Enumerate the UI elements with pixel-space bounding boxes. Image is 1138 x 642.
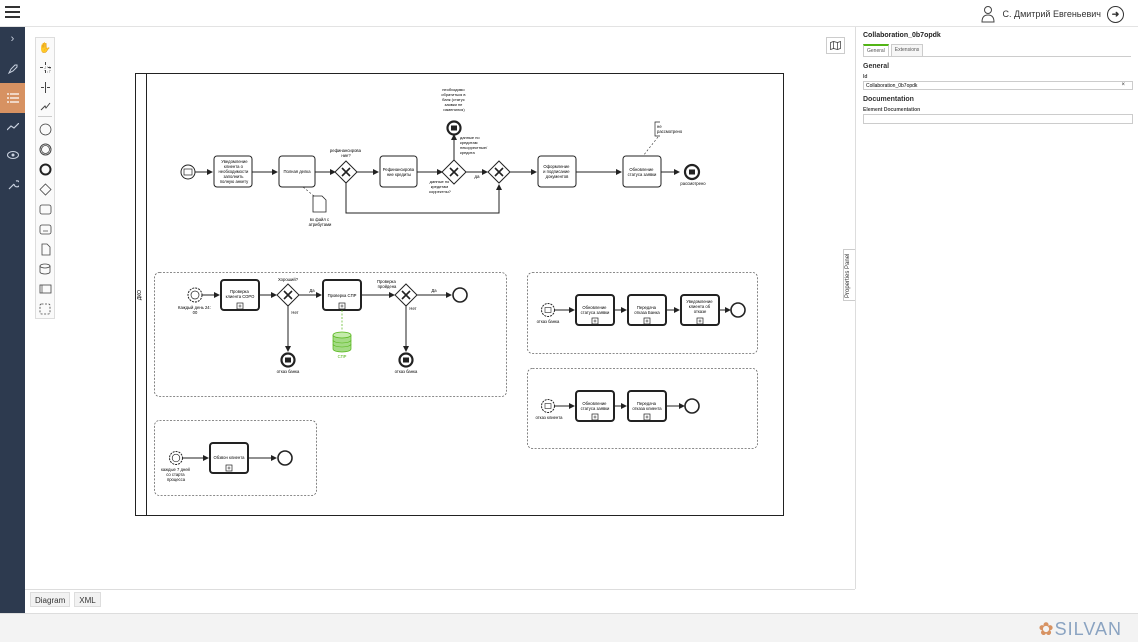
gateway-refinance-label: рефинансирова ние?	[330, 148, 362, 158]
main-flow: Уведомление клиента о необходимости запо…	[180, 87, 706, 227]
task-update-status-label: Обновление статуса заявки	[628, 167, 657, 177]
data-store-spr[interactable]	[332, 331, 352, 353]
end-event-icon[interactable]	[36, 161, 54, 177]
data-store-label: СПР	[338, 354, 347, 359]
text-annotation-label: не рассмотрено	[657, 124, 683, 134]
user-avatar-icon[interactable]	[980, 5, 996, 23]
annotation-association	[642, 136, 659, 157]
end-event[interactable]	[730, 302, 746, 318]
end-event-reviewed-label: рассмотрено	[680, 181, 706, 186]
data-object-icon[interactable]	[36, 241, 54, 257]
properties-panel-toggle-label: Properties Panel	[845, 253, 851, 298]
data-association	[302, 186, 315, 197]
event-subprocess-bank-reject: отказ банка Обновление статуса заявки Пе…	[527, 272, 758, 354]
timer-start-event[interactable]	[169, 451, 183, 465]
message-start-label: отказ клиента	[536, 415, 564, 420]
general-heading: General	[863, 63, 890, 70]
id-label: Id	[863, 74, 868, 80]
flow-yes-label: Да	[309, 288, 315, 293]
user-name[interactable]: С. Дмитрий Евгеньевич	[1002, 9, 1101, 19]
gateway-credit-label: данные по кредитам некорректные/ кредита	[460, 135, 488, 155]
connect-tool-icon[interactable]	[36, 98, 54, 114]
lasso-tool-icon[interactable]	[36, 59, 54, 75]
properties-panel: Collaboration_0b7opdk General Extensions…	[855, 27, 1138, 589]
call-activity-update-status-label: Обновление статуса заявки	[581, 305, 610, 315]
palette-divider	[38, 116, 52, 117]
logout-icon[interactable]: ➜	[1107, 5, 1124, 23]
tab-general[interactable]: General	[863, 44, 889, 56]
data-object-label: вх файл с атрибутами	[309, 217, 332, 227]
end-event-top-label: необходимо обратиться в банк (статус зая…	[441, 87, 466, 112]
call-activity-transfer-bank-reject-label: Передача отказа Банка	[634, 305, 660, 315]
end-event[interactable]	[277, 450, 293, 466]
id-field[interactable]	[863, 81, 1133, 90]
flow-no-label: Нет	[291, 310, 298, 315]
silvan-logo: ✿SILVAN	[1039, 619, 1122, 640]
bpmn-diagram[interactable]: ДКО Уведомление клиента о необходимости …	[0, 0, 855, 589]
timer-start-label: Каждый день 24: 00	[178, 305, 212, 315]
data-object[interactable]	[312, 195, 327, 213]
tab-xml[interactable]: XML	[74, 592, 101, 607]
envelope-icon	[451, 125, 457, 131]
end-event[interactable]	[452, 287, 468, 303]
flow-no-label: Нет	[409, 306, 416, 311]
timer-start-event[interactable]	[187, 287, 203, 303]
envelope-icon	[689, 169, 695, 175]
message-start-label: отказ банка	[537, 319, 560, 324]
flow-yes-label: да	[474, 174, 480, 179]
gateway-credit-bottom-label: данные по кредитам корректны?	[429, 179, 451, 194]
footer: ✿SILVAN	[0, 613, 1138, 642]
clear-icon[interactable]: ×	[1121, 82, 1125, 88]
space-tool-icon[interactable]	[36, 79, 54, 95]
event-subprocess-call-client: каждые 7 дней со старта процесса Обзвон …	[154, 420, 317, 496]
pool-label: ДКО	[137, 290, 143, 300]
logo-text: SILVAN	[1054, 619, 1122, 639]
element-documentation-label: Element Documentation	[863, 107, 921, 113]
user-area: С. Дмитрий Евгеньевич ➜	[980, 4, 1124, 24]
tool-palette: ✋	[35, 37, 55, 319]
minimap-toggle-icon[interactable]	[826, 37, 845, 54]
task-icon[interactable]	[36, 201, 54, 217]
group-icon[interactable]	[36, 301, 54, 317]
gateway-passed-label: Проверка пройдена	[377, 279, 397, 289]
start-event-icon[interactable]	[36, 121, 54, 137]
sequence-flow[interactable]	[345, 183, 502, 214]
task-full-deal-label: Полная делка	[283, 169, 311, 174]
tab-extensions[interactable]: Extensions	[890, 44, 924, 56]
event-subprocess-checks: Каждый день 24: 00 Проверка клиента СОРО…	[154, 272, 507, 397]
timer-start-label: каждые 7 дней со старта процесса	[161, 467, 191, 482]
event-subprocess-client-reject: отказ клиента Обновление статуса заявки …	[527, 368, 758, 449]
start-event[interactable]	[180, 164, 196, 180]
bottom-tabs: Diagram XML	[25, 589, 855, 609]
task-refinance-label: Рефинансирова ние кредиты	[383, 167, 415, 177]
intermediate-event-icon[interactable]	[36, 141, 54, 157]
tab-diagram[interactable]: Diagram	[30, 592, 71, 607]
call-activity-check-spr-label: Проверка СПР	[328, 293, 357, 298]
task-sign-documents-label: Оформление и подписание документов	[543, 164, 571, 179]
call-activity-update-status-label: Обновление статуса заявки	[581, 401, 610, 411]
gateway-icon[interactable]	[36, 181, 54, 197]
gateway-good-label: Хороший?	[278, 277, 299, 282]
properties-title: Collaboration_0b7opdk	[863, 32, 941, 39]
flow-yes-label: Да	[431, 288, 437, 293]
call-activity-call-client-label: Обзвон клиента	[214, 455, 246, 460]
envelope-icon	[285, 357, 291, 363]
end-event-bank-reject-label: отказ банка	[277, 369, 300, 374]
envelope-icon	[403, 357, 409, 363]
message-start-event[interactable]	[541, 303, 555, 317]
data-store-icon[interactable]	[36, 261, 54, 277]
properties-tabs: General Extensions	[863, 44, 1131, 57]
app-window: С. Дмитрий Евгеньевич ➜ › ДКО Уведомлени…	[0, 0, 1138, 642]
end-event-bank-reject-label: отказ банка	[395, 369, 418, 374]
subprocess-icon[interactable]	[36, 221, 54, 237]
message-start-event[interactable]	[541, 399, 555, 413]
documentation-heading: Documentation	[863, 96, 914, 103]
hand-tool-icon[interactable]: ✋	[36, 40, 54, 56]
element-documentation-field[interactable]	[863, 114, 1133, 124]
end-event[interactable]	[684, 398, 700, 414]
leaf-icon: ✿	[1038, 619, 1055, 639]
task-notify-client-label: Уведомление клиента о необходимости запо…	[218, 159, 249, 184]
pool-icon[interactable]	[36, 281, 54, 297]
